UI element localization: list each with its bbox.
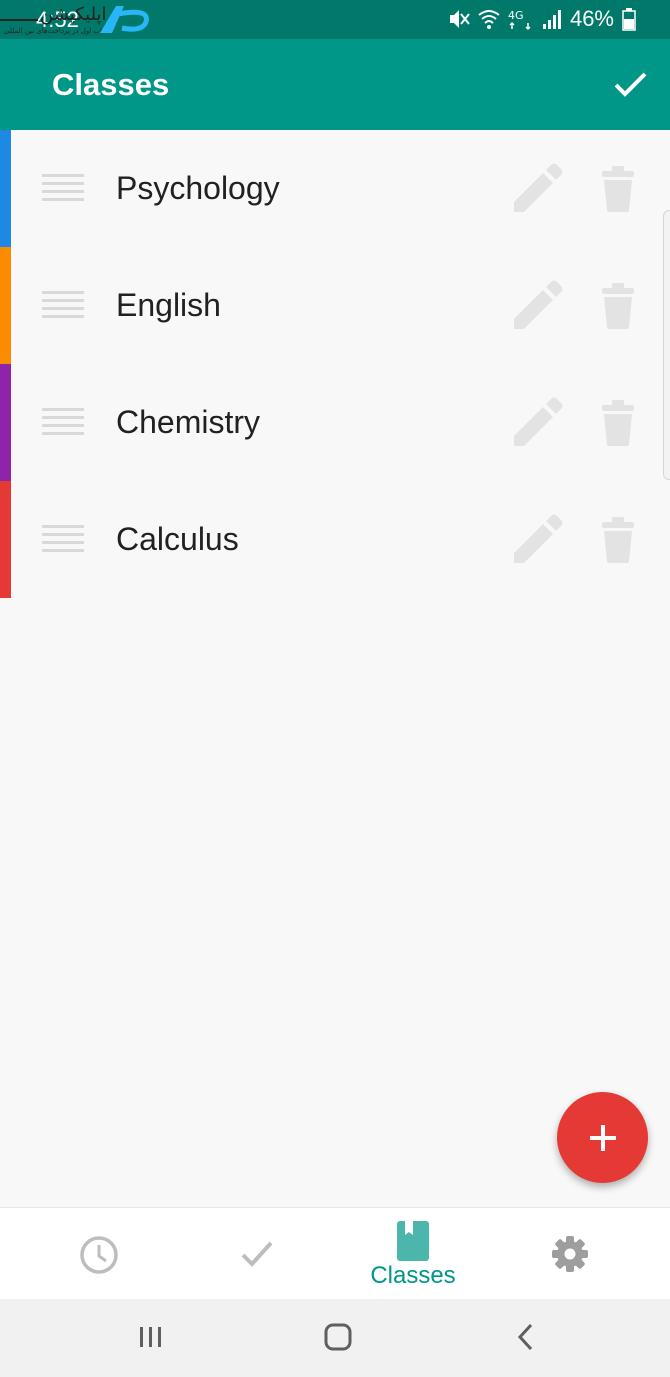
drag-handle-icon[interactable]	[42, 173, 84, 205]
recent-apps-icon[interactable]	[131, 1319, 171, 1355]
pencil-icon	[514, 397, 563, 446]
nav-tasks[interactable]	[177, 1208, 337, 1300]
nav-settings[interactable]	[490, 1208, 650, 1300]
class-color-strip	[0, 247, 11, 364]
nav-classes[interactable]: Classes	[333, 1208, 493, 1300]
class-name: Chemistry	[116, 404, 261, 440]
class-name: English	[116, 287, 221, 323]
add-class-button[interactable]	[557, 1092, 648, 1183]
gear-icon	[552, 1236, 588, 1272]
class-list: Psychology English Chemistry Calculus	[0, 130, 670, 598]
pencil-icon	[514, 280, 563, 329]
battery-percent: 46%	[569, 6, 614, 31]
check-icon	[241, 1241, 273, 1267]
delete-button[interactable]	[598, 517, 638, 563]
trash-icon	[602, 283, 634, 329]
app-bar: Classes	[0, 39, 670, 130]
svg-text:4G: 4G	[508, 9, 524, 22]
nav-schedule[interactable]	[19, 1208, 179, 1300]
confirm-button[interactable]	[610, 64, 650, 104]
class-color-strip	[0, 130, 11, 247]
edit-button[interactable]	[510, 160, 566, 216]
class-color-strip	[0, 364, 11, 481]
class-name: Calculus	[116, 521, 239, 557]
status-bar: 4:52 اپلیکیشن انتخاب اول در پرداخت‌های ب…	[0, 0, 670, 39]
class-row-english[interactable]: English	[0, 247, 670, 364]
edit-button[interactable]	[510, 277, 566, 333]
signal-icon	[542, 10, 561, 29]
edit-button[interactable]	[510, 511, 566, 567]
clock-icon	[80, 1236, 118, 1274]
system-navigation-bar	[0, 1299, 670, 1377]
drag-handle-icon[interactable]	[42, 524, 84, 556]
class-row-chemistry[interactable]: Chemistry	[0, 364, 670, 481]
battery-icon	[622, 8, 636, 31]
bottom-navigation: Classes	[0, 1207, 670, 1300]
status-icons: 4G 46%	[448, 6, 636, 32]
lte-icon: 4G	[508, 9, 531, 31]
plus-icon	[589, 1124, 616, 1151]
trash-icon	[602, 517, 634, 563]
class-row-calculus[interactable]: Calculus	[0, 481, 670, 598]
drag-handle-icon[interactable]	[42, 407, 84, 439]
wifi-icon	[478, 10, 500, 29]
check-icon	[614, 72, 647, 97]
class-row-psychology[interactable]: Psychology	[0, 130, 670, 247]
drag-handle-icon[interactable]	[42, 290, 84, 322]
page-title: Classes	[52, 67, 170, 102]
nav-classes-label: Classes	[370, 1262, 456, 1289]
back-icon[interactable]	[506, 1319, 546, 1355]
home-icon[interactable]	[318, 1319, 358, 1355]
scroll-indicator[interactable]	[663, 210, 670, 480]
delete-button[interactable]	[598, 166, 638, 212]
class-name: Psychology	[116, 170, 280, 206]
delete-button[interactable]	[598, 400, 638, 446]
pencil-icon	[514, 514, 563, 563]
edit-button[interactable]	[510, 394, 566, 450]
pencil-icon	[514, 163, 563, 212]
book-icon	[397, 1221, 429, 1261]
class-color-strip	[0, 481, 11, 598]
watermark-logo: اپلیکیشن انتخاب اول در پرداخت‌های بین ال…	[0, 4, 149, 35]
svg-text:انتخاب اول در پرداخت‌های بین ا: انتخاب اول در پرداخت‌های بین المللی	[4, 27, 113, 35]
mute-icon	[449, 10, 470, 28]
svg-text:اپلیکیشن: اپلیکیشن	[40, 4, 107, 25]
trash-icon	[602, 400, 634, 446]
trash-icon	[602, 166, 634, 212]
delete-button[interactable]	[598, 283, 638, 329]
